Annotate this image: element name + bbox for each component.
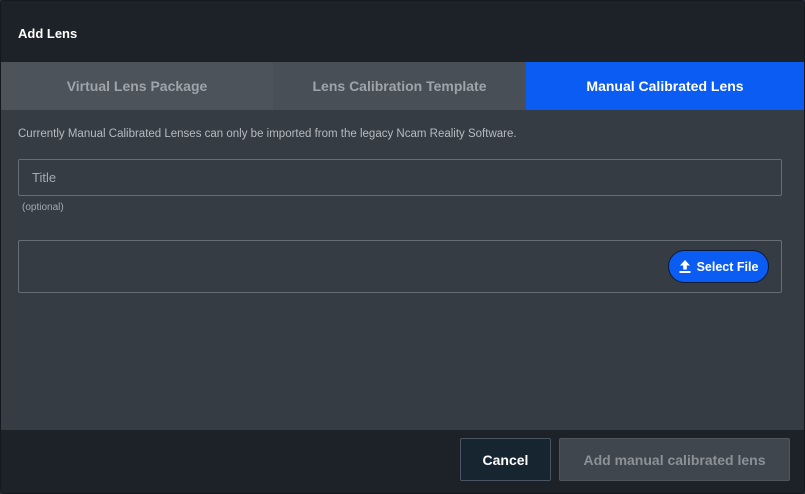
add-lens-dialog: Add Lens Virtual Lens Package Lens Calib… [0, 0, 805, 494]
tab-virtual-lens-package[interactable]: Virtual Lens Package [1, 62, 273, 110]
file-picker-box: Select File [18, 240, 782, 293]
upload-icon [679, 260, 691, 273]
tab-lens-calibration-template[interactable]: Lens Calibration Template [273, 62, 526, 110]
tab-manual-calibrated-lens[interactable]: Manual Calibrated Lens [526, 62, 804, 110]
dialog-title: Add Lens [18, 26, 78, 41]
cancel-button[interactable]: Cancel [460, 438, 551, 481]
dialog-footer: Cancel Add manual calibrated lens [1, 430, 804, 493]
title-hint: (optional) [22, 202, 64, 213]
add-manual-calibrated-lens-button[interactable]: Add manual calibrated lens [559, 438, 790, 481]
info-text: Currently Manual Calibrated Lenses can o… [18, 128, 517, 140]
dialog-header: Add Lens [1, 1, 804, 62]
select-file-button[interactable]: Select File [668, 250, 769, 283]
select-file-label: Select File [696, 259, 759, 274]
title-input[interactable] [18, 159, 782, 196]
tab-bar: Virtual Lens Package Lens Calibration Te… [1, 62, 804, 110]
